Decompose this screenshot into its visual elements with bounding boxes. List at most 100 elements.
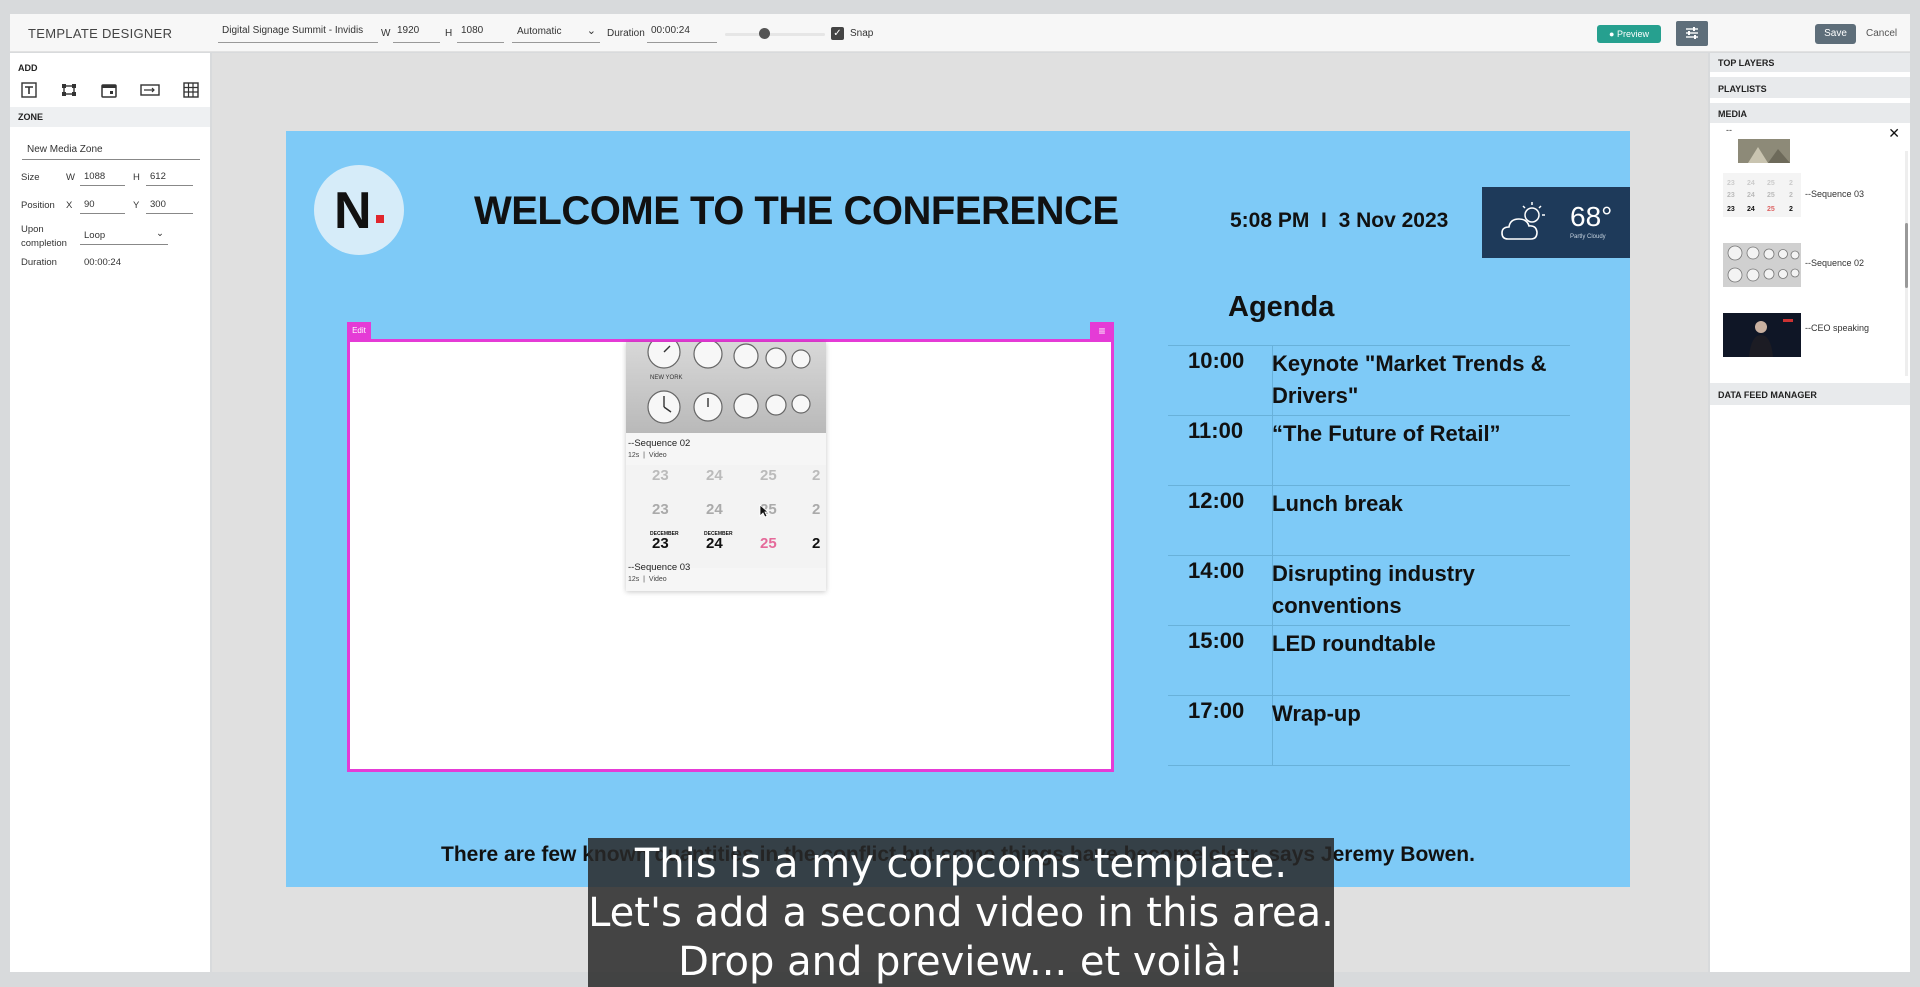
sequence-03-thumbnail: 23 24 25 2 23 24 25 2 DECEMBER DECEMBER … <box>626 465 826 568</box>
duration-label: Duration <box>607 28 645 39</box>
zone-icon[interactable] <box>56 78 82 102</box>
agenda-row: 15:00 LED roundtable <box>1168 626 1570 696</box>
media-item-label[interactable]: --Sequence 03 <box>1805 189 1864 199</box>
media-thumbnail[interactable] <box>1738 139 1790 163</box>
playlists-header[interactable]: PLAYLISTS <box>1710 79 1910 99</box>
upon-completion-select[interactable]: Loop ⌄ <box>80 227 168 245</box>
template-canvas[interactable]: N WELCOME TO THE CONFERENCE 5:08 PM I 3 … <box>286 131 1630 887</box>
media-thumbnail[interactable]: 23 24 25 2 23 24 25 2 23 24 25 2 <box>1723 173 1801 217</box>
width-input[interactable]: 1920 <box>393 23 440 43</box>
height-input[interactable]: 1080 <box>457 23 504 43</box>
agenda-time: 10:00 <box>1188 348 1245 373</box>
subtitle-line: Let's add a second video in this area. <box>588 890 1334 936</box>
cal-number: 23 <box>652 467 669 484</box>
mode-select[interactable]: Automatic ⌄ <box>512 23 600 43</box>
svg-text:23: 23 <box>1727 192 1735 199</box>
agenda-time: 11:00 <box>1188 418 1244 443</box>
cal-number: 2 <box>812 535 821 552</box>
close-icon[interactable]: ✕ <box>1888 125 1900 142</box>
app-title: TEMPLATE DESIGNER <box>28 26 173 41</box>
agenda-time: 14:00 <box>1188 558 1245 583</box>
time-text: 5:08 PM <box>1230 209 1310 232</box>
agenda-text: Keynote "Market Trends & Drivers" <box>1272 351 1547 408</box>
position-x-label: X <box>66 200 73 211</box>
media-item-label[interactable]: --CEO speaking <box>1805 323 1869 333</box>
chevron-down-icon: ⌄ <box>156 228 164 239</box>
agenda-title[interactable]: Agenda <box>1228 291 1334 324</box>
zone-tool-icon <box>62 84 76 96</box>
svg-text:25: 25 <box>1767 180 1775 187</box>
zone-height-input[interactable]: 612 <box>146 168 193 186</box>
subtitle-line: This is a my corpcoms template. <box>634 841 1288 887</box>
zone-edit-button[interactable]: Edit <box>347 322 371 340</box>
wall-clocks-image <box>647 342 811 424</box>
agenda-text: Disrupting industry conventions <box>1272 561 1475 618</box>
svg-text:24: 24 <box>1747 206 1755 213</box>
welcome-heading[interactable]: WELCOME TO THE CONFERENCE <box>474 189 1119 234</box>
ceo-thumbnail-image <box>1723 313 1801 357</box>
cal-number: 25 <box>760 535 777 552</box>
calendar-thumbnail-image: 23 24 25 2 23 24 25 2 23 24 25 2 <box>1723 173 1801 217</box>
text-icon[interactable] <box>16 78 42 102</box>
logo: N <box>314 165 404 255</box>
cancel-button[interactable]: Cancel <box>1866 28 1897 39</box>
zoom-slider[interactable] <box>725 33 825 36</box>
upon-completion-label: Upon <box>21 224 44 235</box>
snap-checkbox[interactable]: ✓ <box>831 27 844 40</box>
dragged-media-card[interactable]: NEW YORK --Sequence 02 12s | Video 23 24… <box>626 342 826 591</box>
zone-width-input[interactable]: 1088 <box>80 168 125 186</box>
weather-widget[interactable]: 68° Partly Cloudy <box>1482 187 1630 258</box>
card-item2-meta: 12s | Video <box>628 576 667 583</box>
media-header[interactable]: MEDIA <box>1710 104 1910 124</box>
datetime-widget[interactable]: 5:08 PM I 3 Nov 2023 <box>1230 209 1448 233</box>
cal-number: 24 <box>706 467 723 484</box>
calendar-icon[interactable] <box>96 78 122 102</box>
chevron-down-icon: ⌄ <box>586 25 596 37</box>
svg-text:23: 23 <box>1727 180 1735 187</box>
media-search-input[interactable]: -- <box>1726 125 1732 135</box>
zoom-slider-thumb[interactable] <box>759 28 770 39</box>
zone-y-input[interactable]: 300 <box>146 196 193 214</box>
cal-number: 25 <box>760 467 777 484</box>
preview-button[interactable]: ● Preview <box>1597 25 1661 43</box>
media-item-label[interactable]: --Sequence 02 <box>1805 258 1864 268</box>
agenda-table[interactable]: 10:00 Keynote "Market Trends & Drivers" … <box>1168 345 1570 766</box>
ticker-tool-icon <box>140 84 160 96</box>
zone-duration-label: Duration <box>21 257 57 268</box>
agenda-time: 17:00 <box>1188 698 1245 723</box>
time-separator: I <box>1321 209 1327 232</box>
position-label: Position <box>21 200 55 211</box>
agenda-time: 12:00 <box>1188 488 1245 513</box>
template-name-input[interactable]: Digital Signage Summit - Invidis <box>218 23 378 43</box>
svg-text:24: 24 <box>1747 180 1755 187</box>
media-thumbnail[interactable] <box>1723 313 1801 357</box>
card-item1-label: --Sequence 02 <box>628 438 691 449</box>
ticker-icon[interactable] <box>137 78 163 102</box>
media-thumbnail[interactable] <box>1723 243 1801 287</box>
data-feed-manager-header[interactable]: DATA FEED MANAGER <box>1710 385 1910 405</box>
logo-letter: N <box>334 182 372 240</box>
cal-number: 23 <box>652 501 669 518</box>
date-text: 3 Nov 2023 <box>1338 209 1449 232</box>
save-button[interactable]: Save <box>1815 24 1856 44</box>
calendar-tool-icon <box>101 84 117 98</box>
width-label: W <box>381 28 391 39</box>
media-scrollbar-thumb[interactable] <box>1905 223 1908 288</box>
height-label: H <box>445 28 453 39</box>
media-library[interactable]: -- ✕ 23 24 25 2 23 24 25 2 23 24 25 2 --Sequence … <box>1710 123 1910 383</box>
agenda-row: 10:00 Keynote "Market Trends & Drivers" <box>1168 346 1570 416</box>
agenda-text: Lunch break <box>1272 491 1403 516</box>
weather-temperature: 68° <box>1570 201 1613 232</box>
settings-button[interactable] <box>1676 21 1708 46</box>
agenda-row: 14:00 Disrupting industry conventions <box>1168 556 1570 626</box>
zone-x-input[interactable]: 90 <box>80 196 125 214</box>
duration-input[interactable]: 00:00:24 <box>647 23 717 43</box>
table-icon[interactable] <box>178 78 204 102</box>
zone-name-input[interactable]: New Media Zone <box>22 141 200 160</box>
agenda-row: 17:00 Wrap-up <box>1168 696 1570 766</box>
top-layers-header[interactable]: TOP LAYERS <box>1710 53 1910 73</box>
left-panel: ADD ZONE New Media Zone Size W 1088 H 61… <box>10 53 210 972</box>
zone-menu-icon[interactable]: ≡ <box>1090 322 1114 340</box>
right-panel: TOP LAYERS PLAYLISTS MEDIA -- ✕ 23 24 25 2 … <box>1710 53 1910 972</box>
clocks-thumbnail-image <box>1723 243 1801 287</box>
